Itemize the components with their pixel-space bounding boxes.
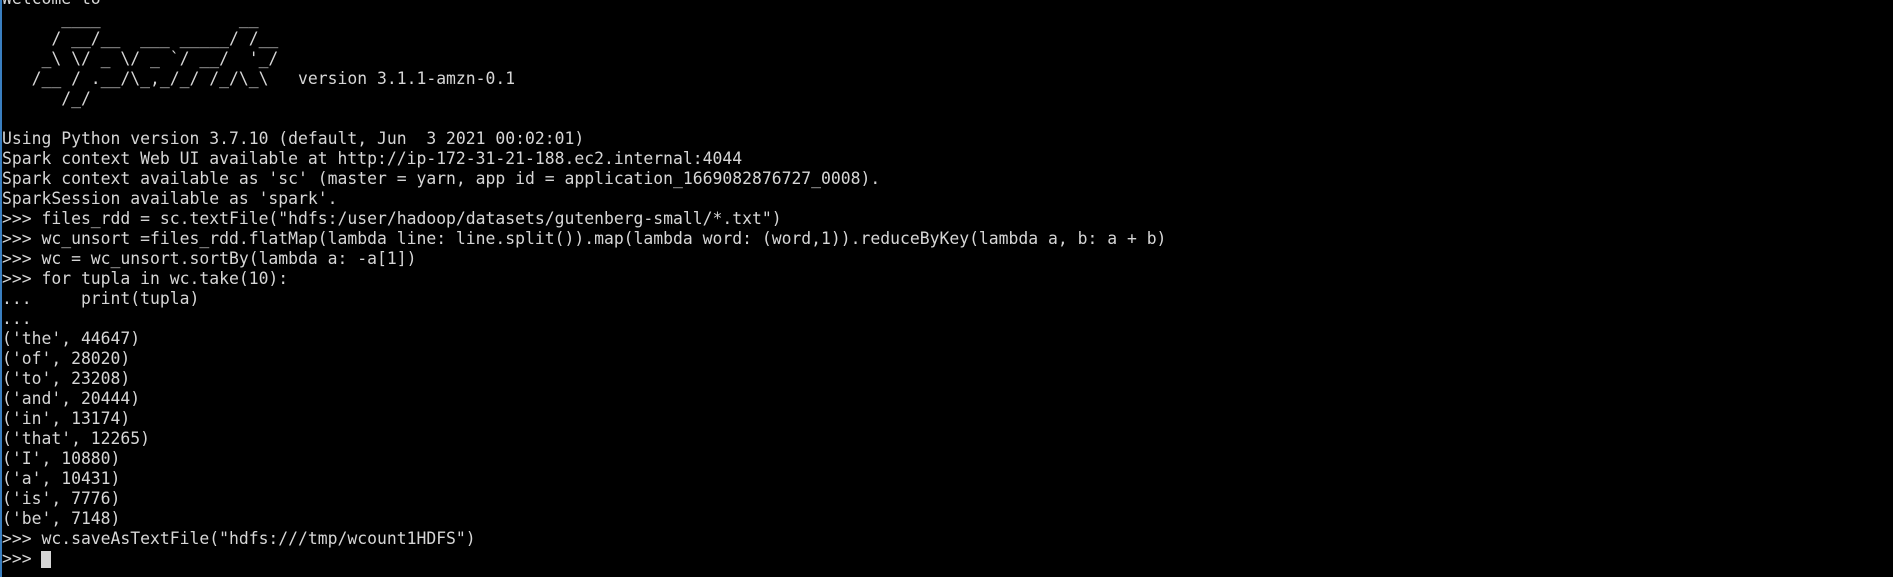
spark-logo-line: _\ \/ _ \/ _ `/ __/ '_/ <box>2 49 279 68</box>
command-line: >>> wc = wc_unsort.sortBy(lambda a: -a[1… <box>2 249 417 268</box>
spark-logo-version-line: /__ / .__/\_,_/_/ /_/\_\ version 3.1.1-a… <box>2 69 516 88</box>
output-line: ('is', 7776) <box>2 489 121 508</box>
output-line: ('the', 44647) <box>2 329 141 348</box>
command-line: >>> wc.saveAsTextFile("hdfs:///tmp/wcoun… <box>2 529 476 548</box>
spark-logo-line: / __/__ ___ _____/ /__ <box>2 29 279 48</box>
output-line: ('be', 7148) <box>2 509 121 528</box>
output-line: ('in', 13174) <box>2 409 131 428</box>
spark-logo-line: /_/ <box>2 89 91 108</box>
output-line: ('to', 23208) <box>2 369 131 388</box>
spark-context-line: Spark context available as 'sc' (master … <box>2 169 881 188</box>
output-line: ('and', 20444) <box>2 389 141 408</box>
output-line: ('of', 28020) <box>2 349 131 368</box>
output-line: ('a', 10431) <box>2 469 121 488</box>
output-line: ('that', 12265) <box>2 429 151 448</box>
input-line[interactable]: >>> <box>2 549 1166 569</box>
command-line: >>> wc_unsort =files_rdd.flatMap(lambda … <box>2 229 1167 248</box>
python-version-line: Using Python version 3.7.10 (default, Ju… <box>2 129 585 148</box>
terminal-output: Welcome to ____ __ / __/__ ___ _____/ /_… <box>2 0 1166 569</box>
spark-session-line: SparkSession available as 'spark'. <box>2 189 338 208</box>
command-line: >>> for tupla in wc.take(10): <box>2 269 289 288</box>
continuation-line: ... <box>2 309 32 328</box>
prompt: >>> <box>2 549 42 568</box>
command-line: >>> files_rdd = sc.textFile("hdfs:/user/… <box>2 209 782 228</box>
spark-logo-line: ____ __ <box>2 9 259 28</box>
text-cursor <box>41 550 52 568</box>
welcome-line: Welcome to <box>2 0 1166 9</box>
web-ui-line: Spark context Web UI available at http:/… <box>2 149 743 168</box>
output-line: ('I', 10880) <box>2 449 121 468</box>
terminal-window[interactable]: Welcome to ____ __ / __/__ ___ _____/ /_… <box>0 0 1893 577</box>
continuation-line: ... print(tupla) <box>2 289 200 308</box>
